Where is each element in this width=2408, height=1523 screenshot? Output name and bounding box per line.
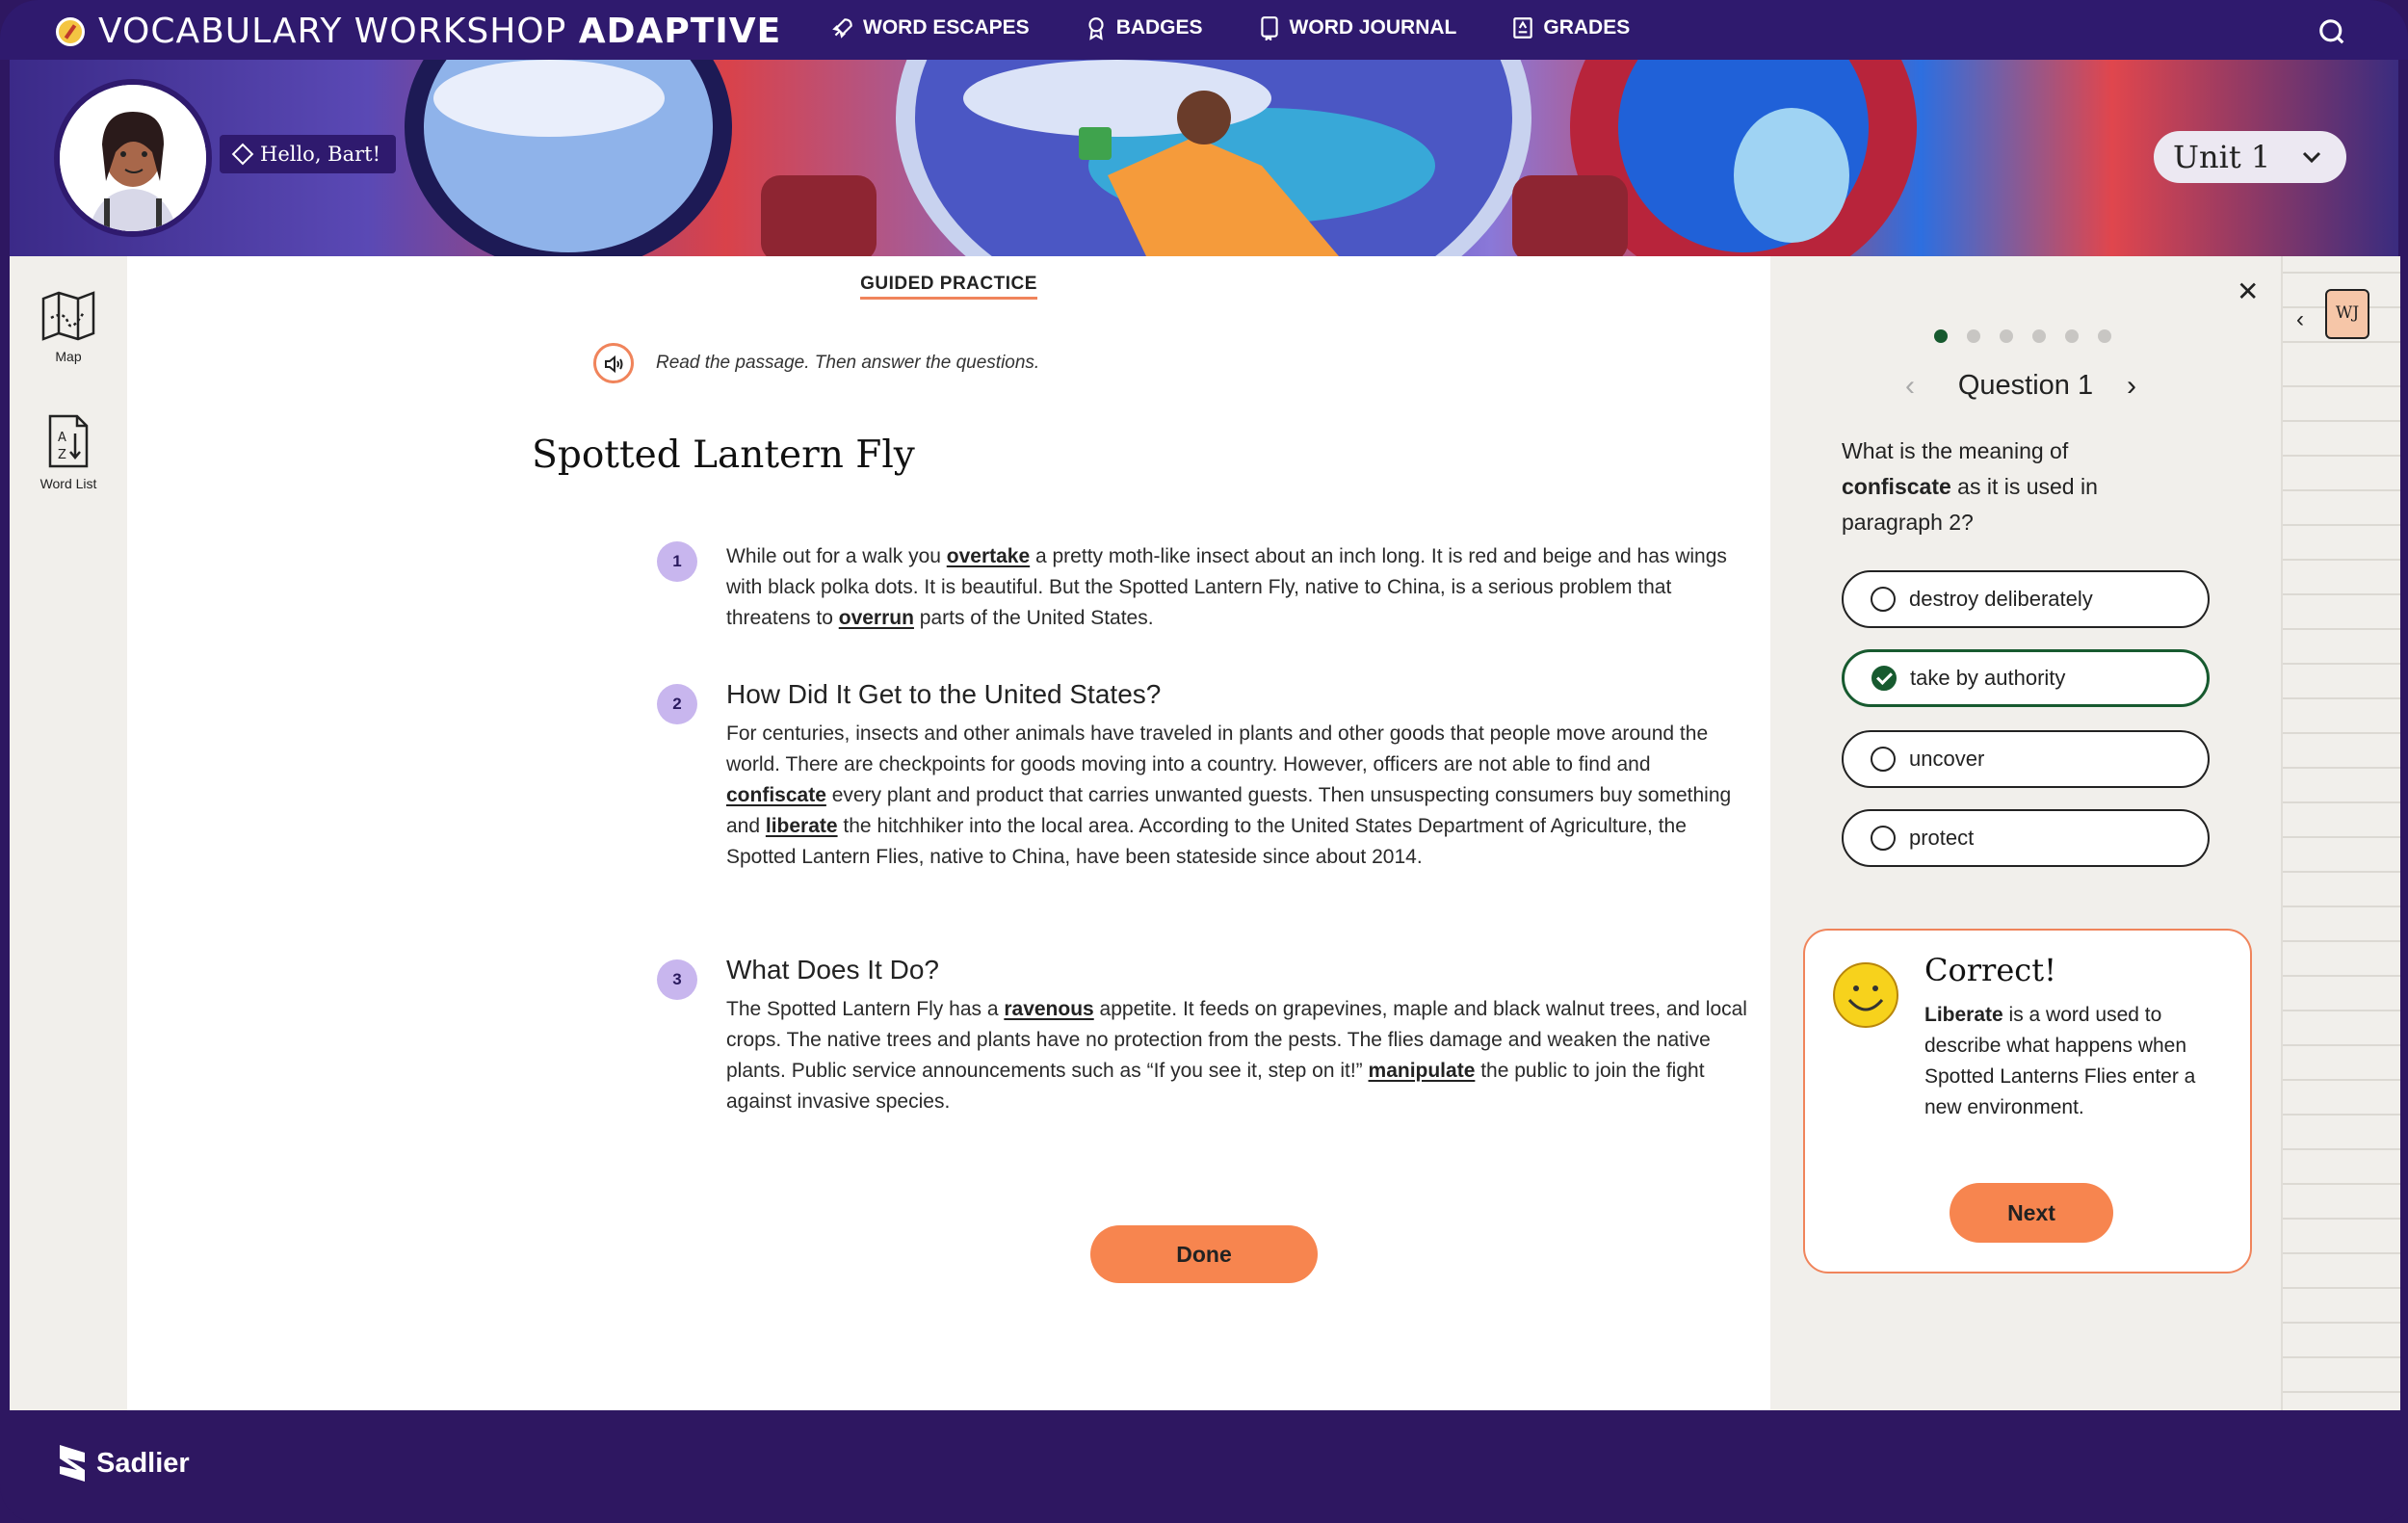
progress-dot[interactable] bbox=[2032, 329, 2046, 343]
map-icon bbox=[41, 291, 95, 341]
badge-icon bbox=[1088, 17, 1104, 40]
feedback-card: Correct! Liberate is a word used to desc… bbox=[1803, 929, 2252, 1274]
question-progress bbox=[1934, 329, 2111, 343]
paragraph-2: How Did It Get to the United States? For… bbox=[726, 678, 1747, 873]
vocab-word-liberate[interactable]: liberate bbox=[766, 815, 838, 837]
paragraph-1: While out for a walk you overtake a pret… bbox=[726, 545, 1727, 629]
diamond-icon bbox=[231, 143, 254, 166]
avatar[interactable] bbox=[54, 79, 212, 237]
top-nav: VOCABULARY WORKSHOP ADAPTIVE WORD ESCAPE… bbox=[0, 0, 2408, 60]
answer-option[interactable]: protect bbox=[1842, 809, 2210, 867]
vocab-word-manipulate[interactable]: manipulate bbox=[1369, 1060, 1476, 1082]
feedback-title: Correct! bbox=[1924, 952, 2056, 988]
search-icon[interactable] bbox=[2317, 17, 2346, 46]
avatar-illustration bbox=[60, 85, 206, 231]
answer-option[interactable]: uncover bbox=[1842, 730, 2210, 788]
question-prompt: What is the meaning of confiscate as it … bbox=[1842, 438, 2098, 535]
vocab-word-overrun[interactable]: overrun bbox=[839, 607, 914, 629]
paragraph-number: 2 bbox=[657, 684, 697, 724]
radio-icon bbox=[1871, 826, 1896, 851]
check-circle-icon bbox=[1871, 666, 1897, 691]
smiley-icon bbox=[1833, 962, 1898, 1028]
nav-grades[interactable]: GRADES bbox=[1510, 15, 1630, 40]
compass-icon bbox=[56, 16, 85, 46]
chevron-left-icon[interactable]: ‹ bbox=[1905, 370, 1915, 403]
progress-dot[interactable] bbox=[2065, 329, 2079, 343]
vocab-word-overtake[interactable]: overtake bbox=[947, 545, 1030, 567]
progress-dot[interactable] bbox=[1934, 329, 1948, 343]
feedback-text: Liberate is a word used to describe what… bbox=[1924, 1004, 2196, 1118]
rocket-icon bbox=[832, 18, 852, 39]
instruction-text: Read the passage. Then answer the questi… bbox=[656, 353, 1040, 373]
question-title: Question 1 bbox=[1957, 370, 2094, 401]
app-title: VOCABULARY WORKSHOP ADAPTIVE bbox=[98, 12, 782, 51]
svg-text:A: A bbox=[58, 431, 66, 445]
chevron-down-icon bbox=[2302, 151, 2321, 164]
word-journal-button[interactable]: WJ bbox=[2325, 289, 2369, 339]
vocab-word-ravenous[interactable]: ravenous bbox=[1004, 998, 1093, 1020]
answer-option-selected[interactable]: take by authority bbox=[1842, 649, 2210, 707]
nav-badges[interactable]: BADGES bbox=[1084, 15, 1203, 40]
speaker-icon bbox=[605, 354, 623, 374]
nav-word-journal[interactable]: WORD JOURNAL bbox=[1257, 15, 1456, 40]
word-journal-rail: ‹ WJ bbox=[2281, 256, 2400, 1410]
word-list-icon: AZ bbox=[48, 414, 89, 468]
sadlier-logo: Sadlier bbox=[56, 1441, 190, 1485]
rail-word-list[interactable]: AZ Word List bbox=[10, 412, 127, 491]
next-button[interactable]: Next bbox=[1950, 1183, 2113, 1243]
rail-map[interactable]: Map bbox=[10, 289, 127, 364]
question-panel: ✕ ‹ Question 1 › What is the meaning of … bbox=[1770, 256, 2281, 1410]
answer-option[interactable]: destroy deliberately bbox=[1842, 570, 2210, 628]
vocab-word-confiscate[interactable]: confiscate bbox=[726, 784, 826, 806]
sadlier-s-icon bbox=[60, 1445, 85, 1482]
question-nav: ‹ Question 1 › bbox=[1770, 370, 2281, 402]
paragraph-3: What Does It Do? The Spotted Lantern Fly… bbox=[726, 955, 1747, 1113]
paragraph-heading: What Does It Do? bbox=[726, 955, 939, 985]
footer: Sadlier bbox=[0, 1410, 2408, 1523]
passage-title: Spotted Lantern Fly bbox=[532, 433, 915, 477]
done-button[interactable]: Done bbox=[1090, 1225, 1318, 1283]
brand[interactable]: VOCABULARY WORKSHOP ADAPTIVE bbox=[56, 12, 781, 51]
progress-dot[interactable] bbox=[2098, 329, 2111, 343]
radio-icon bbox=[1871, 587, 1896, 612]
paragraph-number: 1 bbox=[657, 541, 697, 582]
svg-text:Z: Z bbox=[58, 448, 66, 462]
radio-icon bbox=[1871, 747, 1896, 772]
app-frame: VOCABULARY WORKSHOP ADAPTIVE WORD ESCAPE… bbox=[0, 0, 2408, 1523]
audio-button[interactable] bbox=[593, 343, 634, 383]
progress-dot[interactable] bbox=[1967, 329, 1980, 343]
grades-icon bbox=[1513, 17, 1533, 39]
progress-dot[interactable] bbox=[2000, 329, 2013, 343]
chevron-right-icon[interactable]: › bbox=[2127, 370, 2136, 403]
left-rail: Map AZ Word List bbox=[10, 256, 129, 1410]
passage-pane: GUIDED PRACTICE Read the passage. Then a… bbox=[127, 256, 1770, 1410]
nav-word-escapes[interactable]: WORD ESCAPES bbox=[830, 15, 1030, 40]
paragraph-heading: How Did It Get to the United States? bbox=[726, 679, 1162, 709]
paragraph-number: 3 bbox=[657, 959, 697, 1000]
greeting-badge: Hello, Bart! bbox=[220, 135, 397, 173]
chevron-left-icon[interactable]: ‹ bbox=[2296, 306, 2304, 333]
question-word: confiscate bbox=[1842, 474, 1951, 499]
unit-selector[interactable]: Unit 1 bbox=[2154, 131, 2346, 183]
nav-links: WORD ESCAPES BADGES WORD JOURNAL GRADES bbox=[830, 15, 1630, 40]
close-icon[interactable]: ✕ bbox=[2237, 276, 2259, 307]
journal-icon bbox=[1260, 16, 1278, 40]
section-label: GUIDED PRACTICE bbox=[127, 274, 1770, 300]
